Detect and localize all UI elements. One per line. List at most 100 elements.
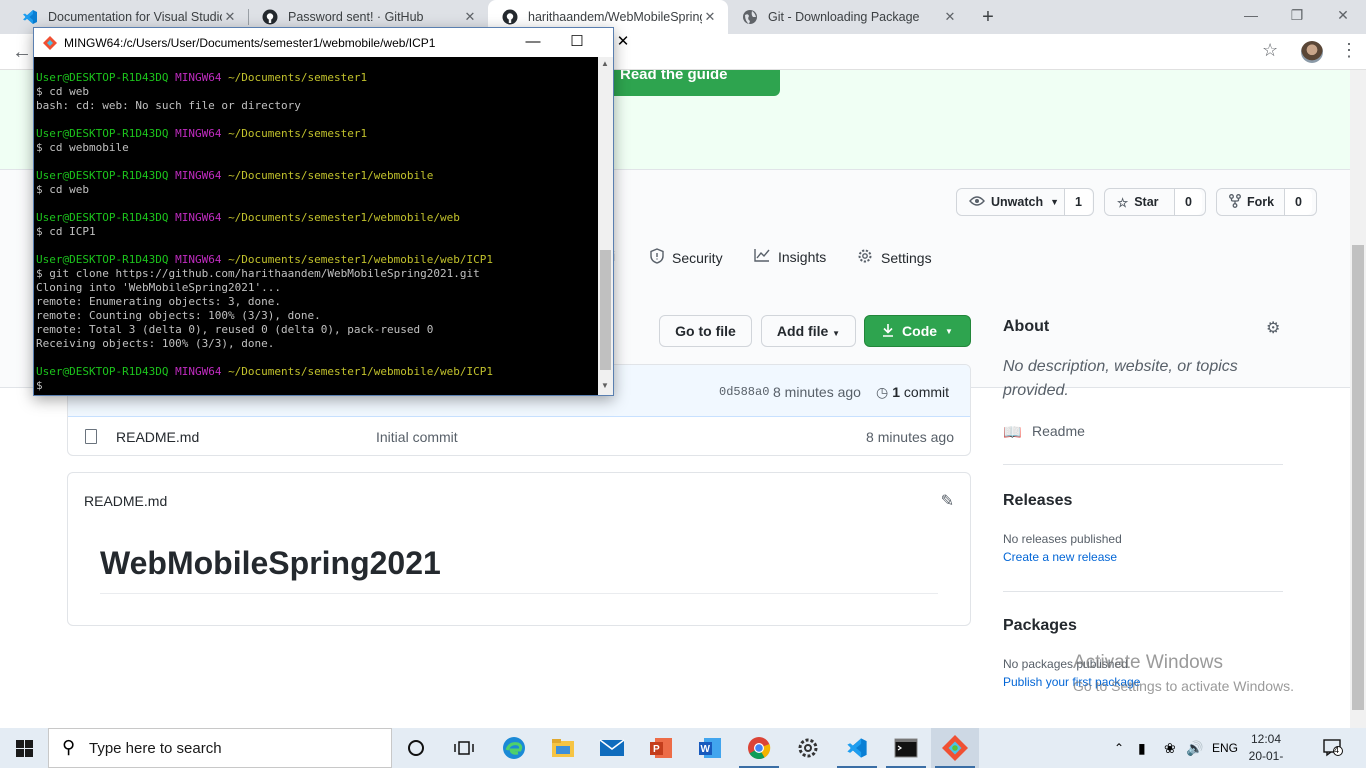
- tab-settings[interactable]: Settings: [857, 248, 932, 267]
- volume-icon[interactable]: 🔊: [1186, 728, 1203, 768]
- terminal-line: Cloning into 'WebMobileSpring2021'...: [36, 281, 598, 295]
- vscode-taskbar-icon[interactable]: [833, 728, 881, 768]
- table-row[interactable]: README.md Initial commit 8 minutes ago: [68, 417, 970, 455]
- commit-count-link[interactable]: ◷ 1 commit: [876, 384, 949, 401]
- scroll-up-icon[interactable]: ▲: [601, 59, 609, 68]
- publish-package-link[interactable]: Publish your first package: [1003, 675, 1140, 689]
- terminal-line: $ cd web: [36, 183, 598, 197]
- prompt-host: MINGW64: [175, 169, 222, 182]
- battery-icon[interactable]: ▮: [1138, 728, 1146, 768]
- windows-start-icon[interactable]: [0, 728, 48, 768]
- file-name-link[interactable]: README.md: [116, 429, 199, 445]
- output-text: remote: Enumerating objects: 3, done.: [36, 295, 282, 308]
- add-file-button[interactable]: Add file ▼: [761, 315, 856, 347]
- edge-icon[interactable]: [490, 728, 538, 768]
- pencil-icon[interactable]: ✎: [941, 491, 954, 511]
- tab-security[interactable]: Security: [650, 248, 723, 267]
- clock-date: 20-01-2021: [1248, 749, 1284, 768]
- back-arrow-icon[interactable]: ←: [12, 41, 32, 64]
- wifi-icon[interactable]: ❀: [1164, 728, 1176, 768]
- taskbar-search-input[interactable]: ⚲ Type here to search: [48, 728, 392, 768]
- unwatch-button[interactable]: Unwatch ▼: [957, 189, 1065, 215]
- close-icon[interactable]: ✕: [702, 9, 718, 25]
- prompt-host: MINGW64: [175, 253, 222, 266]
- star-count[interactable]: 0: [1175, 189, 1202, 215]
- releases-title[interactable]: Releases: [1003, 492, 1072, 510]
- close-icon[interactable]: ✕: [222, 9, 238, 25]
- command-text: $ cd web: [36, 183, 89, 196]
- powerpoint-icon[interactable]: P: [637, 728, 685, 768]
- git-gui-icon[interactable]: [931, 728, 979, 768]
- prompt-path: ~/Documents/semester1/webmobile: [228, 169, 434, 182]
- prompt-path: ~/Documents/semester1: [228, 71, 368, 84]
- bookmark-star-icon[interactable]: ☆: [1262, 40, 1278, 61]
- prompt-path: ~/Documents/semester1: [228, 127, 368, 140]
- unwatch-button-group[interactable]: Unwatch ▼ 1: [956, 188, 1094, 216]
- cortana-icon[interactable]: [392, 728, 440, 768]
- scroll-down-icon[interactable]: ▼: [601, 381, 609, 390]
- minimize-icon[interactable]: —: [1228, 0, 1274, 30]
- readme-link[interactable]: Readme: [1032, 423, 1085, 439]
- divider: [1003, 591, 1283, 592]
- file-commit-message[interactable]: Initial commit: [376, 429, 458, 445]
- prompt-host: MINGW64: [175, 211, 222, 224]
- read-guide-button[interactable]: Read the guide: [600, 70, 780, 96]
- close-icon[interactable]: ✕: [462, 9, 478, 25]
- tab-git-download[interactable]: Git - Downloading Package ✕: [728, 0, 968, 34]
- packages-title[interactable]: Packages: [1003, 617, 1077, 635]
- settings-gear-icon[interactable]: [784, 728, 832, 768]
- scrollbar-thumb[interactable]: [600, 250, 611, 370]
- tab-security-label: Security: [672, 249, 723, 266]
- watch-count[interactable]: 1: [1065, 189, 1092, 215]
- prompt-path: ~/Documents/semester1/webmobile/web/ICP1: [228, 253, 493, 266]
- new-tab-button[interactable]: +: [976, 5, 1000, 29]
- terminal-titlebar[interactable]: MINGW64:/c/Users/User/Documents/semester…: [34, 28, 629, 57]
- terminal-window[interactable]: MINGW64:/c/Users/User/Documents/semester…: [33, 27, 629, 396]
- terminal-line: $: [36, 379, 598, 393]
- menu-kebab-icon[interactable]: ⋮: [1340, 40, 1358, 61]
- minimize-icon[interactable]: —: [522, 32, 544, 52]
- go-to-file-button[interactable]: Go to file: [659, 315, 752, 347]
- star-button-group[interactable]: ☆ Star 0: [1104, 188, 1206, 216]
- terminal-scrollbar[interactable]: ▲ ▼: [598, 57, 613, 395]
- divider: [1003, 464, 1283, 465]
- output-text: remote: Counting objects: 100% (3/3), do…: [36, 309, 321, 322]
- output-text: bash: cd: web: No such file or directory: [36, 99, 301, 112]
- code-button[interactable]: Code ▼: [864, 315, 971, 347]
- language-indicator[interactable]: ENG: [1212, 728, 1238, 768]
- task-view-icon[interactable]: [440, 728, 488, 768]
- fork-button-group[interactable]: Fork 0: [1216, 188, 1317, 216]
- terminal-line: $ cd ICP1: [36, 225, 598, 239]
- terminal-line: User@DESKTOP-R1D43DQ MINGW64 ~/Documents…: [36, 253, 598, 267]
- terminal-taskbar-icon[interactable]: [882, 728, 930, 768]
- restore-icon[interactable]: ❐: [1274, 0, 1320, 30]
- search-icon: ⚲: [62, 737, 76, 757]
- create-release-link[interactable]: Create a new release: [1003, 550, 1117, 564]
- show-hidden-icons[interactable]: ⌃: [1114, 728, 1124, 768]
- avatar[interactable]: [1301, 41, 1323, 63]
- word-icon[interactable]: W: [686, 728, 734, 768]
- star-button[interactable]: ☆ Star: [1105, 189, 1175, 215]
- close-icon[interactable]: ✕: [942, 9, 958, 25]
- scrollbar-thumb[interactable]: [1352, 245, 1364, 710]
- fork-button[interactable]: Fork: [1217, 189, 1285, 215]
- mail-icon[interactable]: [588, 728, 636, 768]
- close-icon[interactable]: ✕: [612, 32, 634, 52]
- gear-icon[interactable]: ⚙: [1266, 318, 1280, 338]
- tab-insights[interactable]: Insights: [754, 248, 826, 265]
- about-description: No description, website, or topics provi…: [1003, 358, 1238, 399]
- terminal-output[interactable]: User@DESKTOP-R1D43DQ MINGW64 ~/Documents…: [34, 57, 598, 395]
- fork-count[interactable]: 0: [1285, 189, 1312, 215]
- page-scrollbar[interactable]: [1350, 70, 1366, 728]
- caret-down-icon: ▼: [1050, 197, 1060, 207]
- maximize-icon[interactable]: ☐: [566, 32, 588, 52]
- chrome-icon[interactable]: [735, 728, 783, 768]
- download-icon: [882, 323, 894, 340]
- system-clock[interactable]: 12:04 20-01-2021: [1236, 731, 1296, 768]
- close-window-icon[interactable]: ✕: [1320, 0, 1366, 30]
- readme-heading: WebMobileSpring2021: [100, 545, 441, 581]
- commit-sha[interactable]: 0d588a0: [719, 385, 769, 399]
- github-icon: [502, 9, 518, 25]
- notification-center-icon[interactable]: 4: [1323, 728, 1343, 768]
- file-explorer-icon[interactable]: [539, 728, 587, 768]
